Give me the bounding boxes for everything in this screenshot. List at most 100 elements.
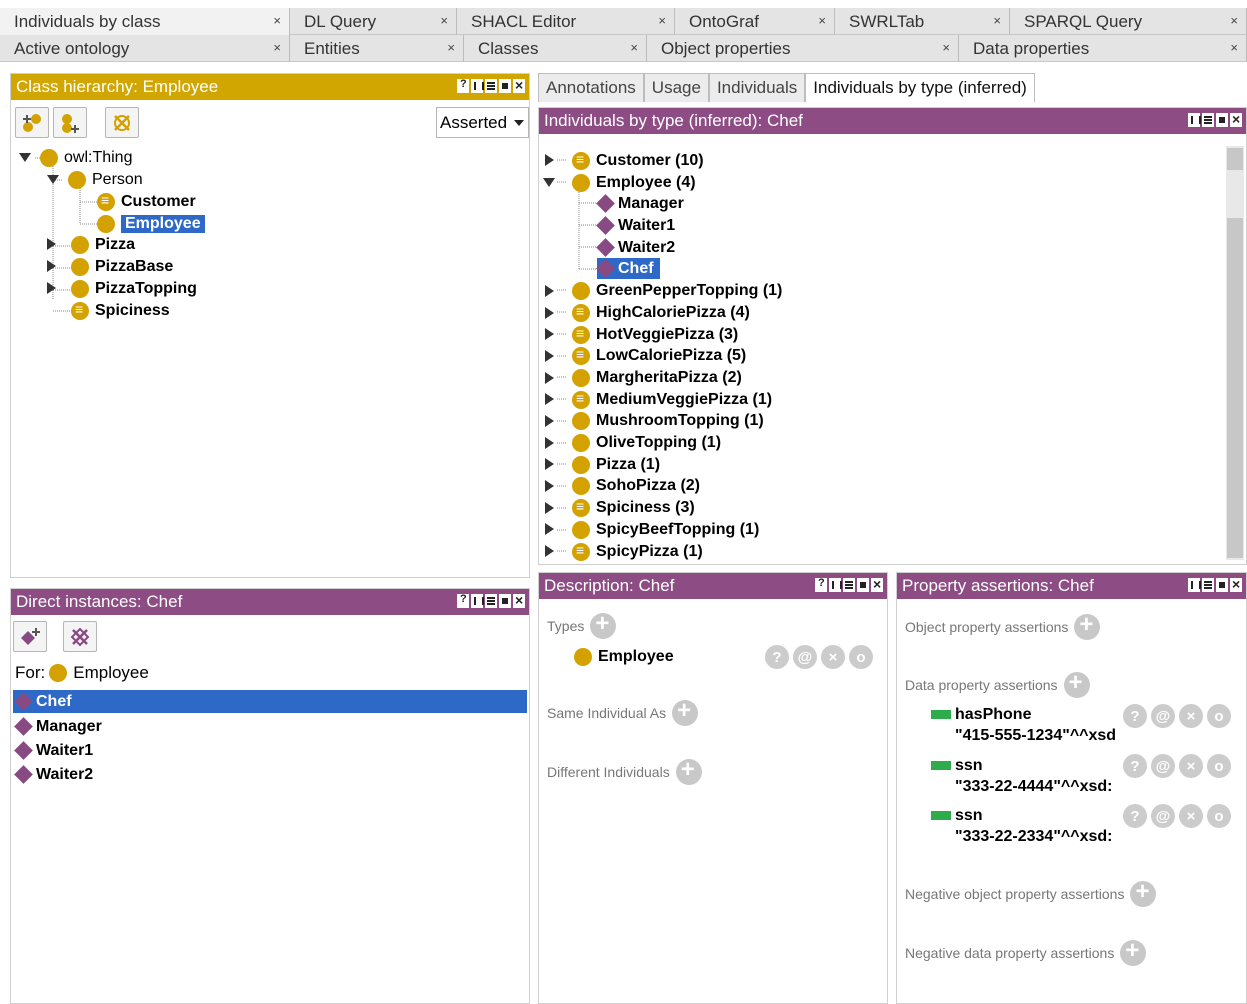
- expand-arrow-icon[interactable]: [47, 282, 56, 294]
- split-vertical-icon[interactable]: [471, 79, 484, 93]
- split-horizontal-icon[interactable]: [1202, 578, 1214, 592]
- edit-button[interactable]: o: [849, 645, 873, 669]
- close-tab-icon[interactable]: ×: [658, 13, 666, 28]
- vertical-scrollbar[interactable]: [1226, 146, 1244, 560]
- type-employee[interactable]: Employee: [574, 646, 674, 667]
- add-type-icon[interactable]: [590, 610, 617, 639]
- tab-individuals-by-type[interactable]: Individuals by type (inferred): [805, 73, 1035, 102]
- expand-arrow-icon[interactable]: [545, 458, 554, 470]
- scroll-up-button[interactable]: [1227, 148, 1243, 170]
- expand-arrow-icon[interactable]: [545, 480, 554, 492]
- add-object-property-icon[interactable]: [1074, 611, 1101, 640]
- close-icon[interactable]: [513, 592, 525, 608]
- expand-arrow-icon[interactable]: [545, 328, 554, 340]
- delete-button[interactable]: ×: [1179, 754, 1203, 778]
- instance-item-waiter1[interactable]: Waiter1: [13, 740, 93, 761]
- add-sibling-class-button[interactable]: [53, 107, 87, 138]
- tab-individuals-by-class[interactable]: Individuals by class ×: [0, 8, 290, 35]
- close-tab-icon[interactable]: ×: [1230, 13, 1238, 28]
- expand-arrow-icon[interactable]: [47, 260, 56, 272]
- split-vertical-icon[interactable]: [1188, 113, 1201, 127]
- tab-swrltab[interactable]: SWRLTab ×: [835, 8, 1010, 35]
- tab-individuals[interactable]: Individuals: [708, 73, 806, 102]
- tree-node-pizzatopping[interactable]: PizzaTopping: [71, 278, 197, 299]
- scrollbar-thumb[interactable]: [1227, 218, 1243, 558]
- collapse-arrow-icon[interactable]: [543, 178, 555, 187]
- expand-arrow-icon[interactable]: [545, 372, 554, 384]
- inferred-item-sohopizza[interactable]: SohoPizza (2): [572, 475, 700, 496]
- tree-node-employee[interactable]: Employee: [97, 213, 205, 234]
- tab-dl-query[interactable]: DL Query ×: [290, 8, 457, 35]
- split-vertical-icon[interactable]: [829, 578, 842, 592]
- close-tab-icon[interactable]: ×: [942, 40, 950, 55]
- delete-button[interactable]: ×: [1179, 804, 1203, 828]
- annotate-button[interactable]: @: [1151, 754, 1175, 778]
- close-tab-icon[interactable]: ×: [273, 13, 281, 28]
- instance-item-waiter2[interactable]: Waiter2: [13, 764, 93, 785]
- tab-entities[interactable]: Entities ×: [290, 35, 464, 62]
- help-icon[interactable]: [457, 593, 469, 608]
- split-horizontal-icon[interactable]: [1202, 113, 1214, 127]
- inferred-item-chef[interactable]: Chef: [596, 258, 660, 279]
- annotate-button[interactable]: @: [1151, 804, 1175, 828]
- inferred-item-waiter2[interactable]: Waiter2: [596, 237, 675, 258]
- collapse-arrow-icon[interactable]: [47, 175, 59, 184]
- close-tab-icon[interactable]: ×: [440, 13, 448, 28]
- inferred-item-spicypizza[interactable]: SpicyPizza (1): [572, 541, 703, 562]
- add-different-individual-icon[interactable]: [675, 756, 702, 785]
- inferred-item-margheritapizza[interactable]: MargheritaPizza (2): [572, 367, 742, 388]
- expand-arrow-icon[interactable]: [545, 285, 554, 297]
- inferred-item-customer[interactable]: Customer (10): [572, 150, 704, 171]
- tab-sparql-query[interactable]: SPARQL Query ×: [1010, 8, 1247, 35]
- inferred-item-hotveggiepizza[interactable]: HotVeggiePizza (3): [572, 324, 738, 345]
- tab-object-properties[interactable]: Object properties ×: [647, 35, 959, 62]
- instance-item-manager[interactable]: Manager: [13, 716, 102, 737]
- maximize-icon[interactable]: [1216, 113, 1228, 127]
- inferred-item-highcaloriepizza[interactable]: HighCaloriePizza (4): [572, 302, 750, 323]
- edit-button[interactable]: o: [1207, 754, 1231, 778]
- tab-data-properties[interactable]: Data properties ×: [959, 35, 1247, 62]
- inferred-item-manager[interactable]: Manager: [596, 193, 684, 214]
- split-vertical-icon[interactable]: [1188, 578, 1201, 592]
- add-negative-data-property-icon[interactable]: [1120, 937, 1147, 966]
- expand-arrow-icon[interactable]: [545, 393, 554, 405]
- help-button[interactable]: ?: [1123, 704, 1147, 728]
- inferred-item-lowcaloriepizza[interactable]: LowCaloriePizza (5): [572, 345, 746, 366]
- tab-ontograf[interactable]: OntoGraf ×: [675, 8, 835, 35]
- hierarchy-mode-select[interactable]: Asserted: [436, 107, 529, 138]
- delete-button[interactable]: ×: [1179, 704, 1203, 728]
- inferred-item-pizza[interactable]: Pizza (1): [572, 454, 660, 475]
- tab-usage[interactable]: Usage: [643, 73, 709, 102]
- delete-individual-button[interactable]: [63, 621, 97, 652]
- data-assertion-row[interactable]: hasPhone "415-555-1234"^^xsd: [931, 704, 1116, 746]
- close-tab-icon[interactable]: ×: [273, 40, 281, 55]
- add-negative-object-property-icon[interactable]: [1130, 878, 1157, 907]
- maximize-icon[interactable]: [857, 578, 869, 592]
- expand-arrow-icon[interactable]: [545, 350, 554, 362]
- inferred-item-spicybeeftopping[interactable]: SpicyBeefTopping (1): [572, 519, 759, 540]
- tree-node-pizza[interactable]: Pizza: [71, 234, 135, 255]
- delete-button[interactable]: ×: [821, 645, 845, 669]
- add-same-individual-icon[interactable]: [672, 697, 699, 726]
- close-icon[interactable]: [1230, 576, 1242, 592]
- tree-node-owl-thing[interactable]: owl:Thing: [40, 147, 132, 168]
- maximize-icon[interactable]: [1216, 578, 1228, 592]
- expand-arrow-icon[interactable]: [545, 502, 554, 514]
- close-tab-icon[interactable]: ×: [818, 13, 826, 28]
- annotate-button[interactable]: @: [793, 645, 817, 669]
- expand-arrow-icon[interactable]: [545, 154, 554, 166]
- close-icon[interactable]: [871, 576, 883, 592]
- edit-button[interactable]: o: [1207, 704, 1231, 728]
- expand-arrow-icon[interactable]: [47, 238, 56, 250]
- inferred-item-mushroomtopping[interactable]: MushroomTopping (1): [572, 410, 764, 431]
- add-individual-button[interactable]: [13, 621, 47, 652]
- split-horizontal-icon[interactable]: [485, 79, 497, 93]
- help-icon[interactable]: [815, 577, 827, 592]
- maximize-icon[interactable]: [499, 79, 511, 93]
- split-vertical-icon[interactable]: [471, 594, 484, 608]
- split-horizontal-icon[interactable]: [843, 578, 855, 592]
- delete-class-button[interactable]: [105, 107, 139, 138]
- instance-item-chef[interactable]: Chef: [13, 690, 527, 713]
- maximize-icon[interactable]: [499, 594, 511, 608]
- annotate-button[interactable]: @: [1151, 704, 1175, 728]
